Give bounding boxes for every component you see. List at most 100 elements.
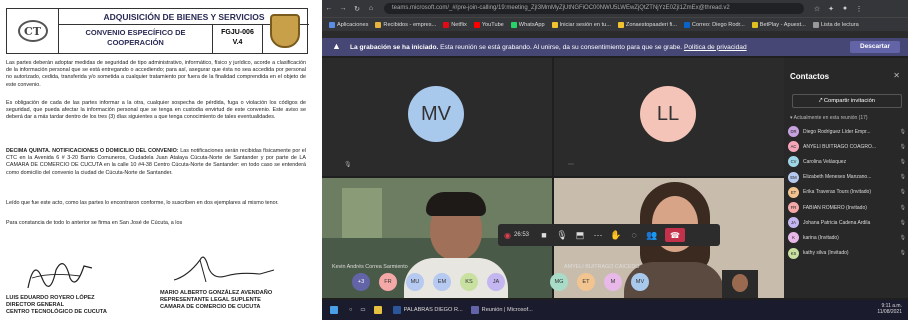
avatar: MV [408,86,464,142]
avatar: EM [788,171,799,183]
avatar: AC [788,141,799,153]
contract-document: CT ADQUISICIÓN DE BIENES Y SERVICIOS CON… [0,0,312,320]
participant-name: Carolina Velásquez [803,158,847,165]
bookmark-apps[interactable]: Aplicaciones [329,21,368,28]
participant-chip[interactable]: FR [379,273,397,291]
start-icon[interactable] [330,306,341,314]
mic-off-icon: 🎙 [899,189,906,196]
participant-chip[interactable]: KS [460,273,478,291]
paragraph-security: Las partes deberán adoptar medidas de se… [6,60,306,88]
star-icon[interactable]: ☆ [810,5,824,13]
bookmark-betplay[interactable]: BetPlay - Apuest... [751,21,806,28]
more-icon: ⋯ [568,162,574,168]
mic-off-icon: 🎙 [899,250,906,257]
bookmark-reading-list[interactable]: Lista de lectura [812,21,859,28]
share-invite-button[interactable]: ⤤ Compartir invitación [792,94,902,108]
participant-list: DR Diego Rodríguez Líder Empr... 🎙 AC ANYELI… [788,124,906,261]
profile-icon[interactable]: ● [838,5,852,12]
mic-off-icon: 🎙 [899,219,906,226]
participants-icon[interactable]: 👥 [643,226,661,244]
document-code: FGJU-006 V.4 [213,25,263,53]
bookmark-youtube[interactable]: YouTube [473,21,504,28]
participant-chip[interactable]: ET [577,273,595,291]
bookmark-netflix[interactable]: Netflix [443,21,467,28]
call-controls: ◉ 26:53 ■ 🎙 ⬒ ⋯ ✋ ◌ 👥 ☎ [498,224,720,246]
bookmark-login[interactable]: Iniciar sesión en tu... [551,21,611,28]
paragraph-reading: Leído que fue este acto, como las partes… [6,200,279,206]
mic-off-icon: 🎙 [899,174,906,181]
hang-up-button[interactable]: ☎ [665,228,685,242]
coat-of-arms-logo [265,11,305,51]
signature-right [173,256,275,283]
paragraph-obligation: Es obligación de cada de las partes info… [6,100,306,121]
participant-name: AMYELI BUITRAGO CAICEDO [564,264,640,270]
participant-row[interactable]: JA Johana Patricia Cadena Ardila 🎙 [788,215,906,230]
participant-name: FABIAN ROMERO (Invitado) [803,204,867,211]
system-clock[interactable]: 9:11 a.m. 11/08/2021 [877,303,902,315]
participant-tile-mv[interactable]: MV 🎙 [322,58,552,176]
participant-row[interactable]: AC ANYELI BUITRAGO COAGRO... 🎙 [788,139,906,154]
participant-row[interactable]: ET Erika Traveras Tours (Invitado) 🎙 [788,185,906,200]
participant-row[interactable]: KS kathy silva (Invitado) 🎙 [788,246,906,261]
self-view-thumbnail [722,270,758,298]
share-screen-icon[interactable]: ⬒ [571,226,589,244]
mic-off-icon: 🎙 [344,162,352,168]
bookmarks-bar: Aplicaciones Recibidos - empres... Netfl… [322,17,908,31]
privacy-link[interactable]: Política de privacidad [684,44,747,51]
recording-dot-icon: ◉ [504,230,511,240]
back-icon[interactable]: ← [322,5,336,12]
overflow-chip[interactable]: +3 [352,273,370,291]
participant-row[interactable]: FR FABIAN ROMERO (Invitado) 🎙 [788,200,906,215]
participant-chip[interactable]: MV [631,273,649,291]
extensions-icon[interactable]: ✦ [824,5,838,13]
participant-chip[interactable]: EM [433,273,451,291]
explorer-icon[interactable] [373,306,385,314]
avatar: LL [640,86,696,142]
close-icon[interactable]: ✕ [893,71,900,80]
participant-name: Erika Traveras Tours (Invitado) [803,189,871,196]
taskbar-word[interactable]: PALABRAS DIEGO R... [392,306,463,314]
participant-tile-ll[interactable]: LL ⋯ [554,58,784,176]
home-icon[interactable]: ⌂ [364,5,378,12]
taskbar-teams[interactable]: Reunión | Microsof... [470,306,533,314]
participant-row[interactable]: EM Elizabeth Meneses Manzano... 🎙 [788,170,906,185]
participant-chip[interactable]: M [604,273,622,291]
chat-icon[interactable]: ◌ [625,226,643,244]
participant-chip[interactable]: JA [487,273,505,291]
bookmark-outlook[interactable]: Correo: Diego Rodr... [683,21,745,28]
mic-off-icon: 🎙 [899,128,906,135]
participant-name: Elizabeth Meneses Manzano... [803,174,872,181]
avatar: JA [788,217,799,229]
avatar: K [788,232,799,244]
reload-icon[interactable]: ↻ [350,5,364,13]
search-icon[interactable]: ○ [349,307,352,313]
microphone-icon[interactable]: 🎙 [553,226,571,244]
paragraph-signing: Para constancia de todo lo anterior se f… [6,220,183,226]
participant-row[interactable]: CV Carolina Velásquez 🎙 [788,154,906,169]
forward-icon[interactable]: → [336,5,350,12]
more-actions-icon[interactable]: ⋯ [589,226,607,244]
windows-taskbar: ○ ▭ PALABRAS DIEGO R... Reunión | Micros… [322,300,908,320]
participant-name: Diego Rodríguez Líder Empr... [803,128,871,135]
participant-row[interactable]: Kkarina (Invitado) 🎙 [788,230,906,245]
ctc-logo: CT [7,9,59,53]
menu-icon[interactable]: ⋮ [852,5,866,13]
avatar: ET [788,186,799,198]
mic-off-icon: 🎙 [899,204,906,211]
avatar: FR [788,202,799,214]
participant-name: ANYELI BUITRAGO COAGRO... [803,143,877,150]
dismiss-button[interactable]: Descartar [850,41,900,53]
raise-hand-icon[interactable]: ✋ [607,226,625,244]
bookmark-mail[interactable]: Recibidos - empres... [375,21,436,28]
camera-icon[interactable]: ■ [535,226,553,244]
bookmark-whatsapp[interactable]: WhatsApp [510,21,545,28]
bookmark-zona[interactable]: Zonaestopaaderi fi... [617,21,677,28]
task-view-icon[interactable]: ▭ [360,307,365,313]
address-bar[interactable]: teams.microsoft.com/_#/pre-join-calling/… [384,3,804,14]
participant-chip[interactable]: MU [406,273,424,291]
mic-off-icon: 🎙 [899,143,906,150]
participant-name: karina (Invitado) [803,234,839,241]
participant-row[interactable]: DR Diego Rodríguez Líder Empr... 🎙 [788,124,906,139]
in-meeting-section[interactable]: ▾ Actualmente en esta reunión (17) [790,115,868,121]
participant-chip[interactable]: MG [550,273,568,291]
